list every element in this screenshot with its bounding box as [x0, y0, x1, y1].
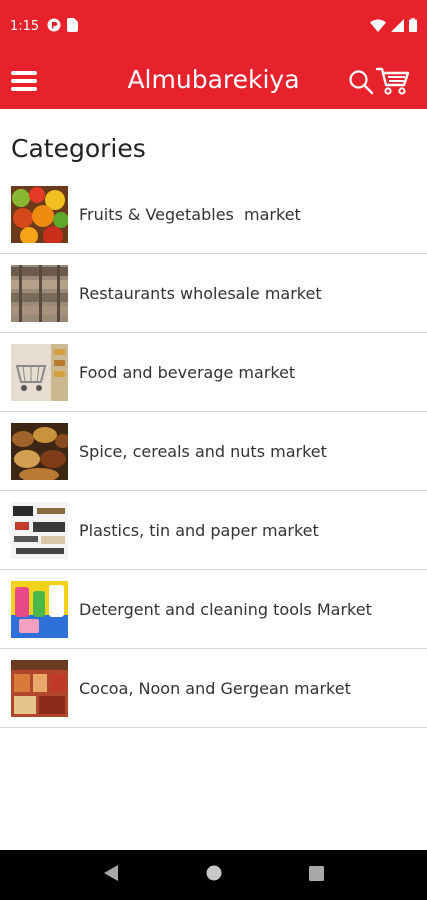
menu-icon: [11, 71, 37, 91]
category-label: Food and beverage market: [79, 362, 296, 382]
signal-icon: [391, 17, 404, 36]
main-content: Categories Fruits & Vegetables market Re…: [0, 109, 427, 850]
recents-button[interactable]: [308, 865, 324, 885]
category-item-restaurants[interactable]: Restaurants wholesale market: [0, 254, 427, 333]
category-label: Spice, cereals and nuts market: [79, 441, 327, 461]
status-left-icons: [47, 17, 79, 36]
back-icon: [104, 865, 119, 881]
spice-thumbnail: [11, 422, 68, 480]
category-item-spice[interactable]: Spice, cereals and nuts market: [0, 412, 427, 491]
category-label: Restaurants wholesale market: [79, 283, 322, 303]
section-title: Categories: [11, 134, 146, 163]
plastics-thumbnail: [11, 501, 68, 559]
category-label: Fruits & Vegetables market: [79, 204, 301, 224]
home-button[interactable]: [206, 865, 222, 885]
menu-button[interactable]: [10, 67, 38, 95]
category-label: Cocoa, Noon and Gergean market: [79, 678, 351, 698]
home-icon: [206, 865, 222, 881]
cocoa-thumbnail: [11, 659, 68, 717]
cart-button[interactable]: [375, 66, 410, 96]
app-bar: Almubarekiya: [0, 52, 427, 109]
recents-icon: [308, 865, 324, 881]
app-notification-icon: [47, 17, 61, 36]
status-bar: 1:15: [0, 0, 427, 52]
category-list: Fruits & Vegetables market Restaurants w…: [0, 175, 427, 728]
category-label: Plastics, tin and paper market: [79, 520, 319, 540]
food-beverage-thumbnail: [11, 343, 68, 401]
back-button[interactable]: [103, 864, 119, 886]
category-item-fruits[interactable]: Fruits & Vegetables market: [0, 175, 427, 254]
status-time: 1:15: [10, 18, 40, 34]
wifi-icon: [370, 17, 386, 36]
battery-icon: [409, 17, 417, 36]
category-label: Detergent and cleaning tools Market: [79, 599, 372, 619]
navigation-bar: [0, 850, 427, 900]
search-button[interactable]: [348, 69, 374, 95]
sim-card-icon: [67, 17, 79, 36]
category-item-cocoa[interactable]: Cocoa, Noon and Gergean market: [0, 649, 427, 728]
search-icon: [349, 70, 374, 95]
category-item-plastics[interactable]: Plastics, tin and paper market: [0, 491, 427, 570]
detergent-thumbnail: [11, 580, 68, 638]
status-right-icons: [370, 17, 417, 36]
restaurants-thumbnail: [11, 264, 68, 322]
category-item-detergent[interactable]: Detergent and cleaning tools Market: [0, 570, 427, 649]
fruits-thumbnail: [11, 185, 68, 243]
category-item-food-beverage[interactable]: Food and beverage market: [0, 333, 427, 412]
cart-icon: [375, 67, 410, 95]
